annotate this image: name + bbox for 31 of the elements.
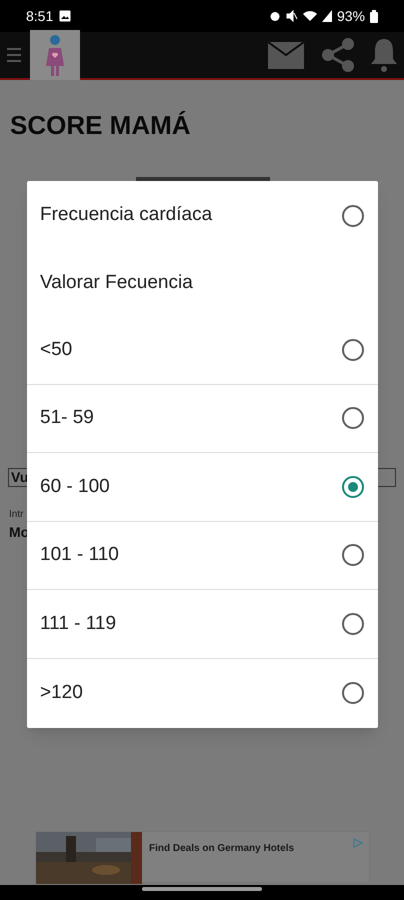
dialog-title[interactable]: Frecuencia cardíaca	[40, 201, 212, 230]
option-label[interactable]: 101 - 110	[40, 541, 119, 570]
dialog-subtitle: Valorar Fecuencia	[40, 270, 193, 295]
wifi-icon	[302, 10, 317, 22]
radio-button[interactable]	[342, 544, 364, 566]
radio-button[interactable]	[342, 204, 364, 226]
radio-button[interactable]	[342, 682, 364, 704]
page-title: SCORE MAMÁ	[10, 109, 191, 142]
ad-banner[interactable]: Find Deals on Germany Hotels	[35, 831, 370, 883]
ad-headline[interactable]: Find Deals on Germany Hotels	[149, 841, 294, 882]
option-label[interactable]: 111 - 119	[40, 610, 116, 638]
app-logo	[30, 30, 80, 80]
bell-icon[interactable]	[370, 37, 398, 73]
radio-button[interactable]	[342, 338, 364, 361]
menu-icon[interactable]	[6, 46, 22, 64]
signal-icon	[322, 10, 332, 22]
radio-button[interactable]	[342, 407, 364, 430]
share-icon[interactable]	[320, 37, 356, 73]
mute-icon	[286, 10, 298, 22]
status-time: 8:51	[26, 6, 54, 26]
option-label[interactable]: 51- 59	[40, 404, 94, 432]
radio-button[interactable]	[342, 476, 364, 498]
battery-icon	[370, 10, 378, 22]
radio-button[interactable]	[342, 612, 364, 635]
option-label[interactable]: 60 - 100	[40, 472, 110, 501]
battery-percentage: 93%	[336, 6, 365, 26]
option-label[interactable]: <50	[40, 336, 72, 364]
field-caption: Intr	[9, 508, 24, 522]
mail-icon[interactable]	[268, 42, 304, 68]
option-label[interactable]: >120	[40, 678, 83, 707]
image-icon	[59, 10, 72, 22]
